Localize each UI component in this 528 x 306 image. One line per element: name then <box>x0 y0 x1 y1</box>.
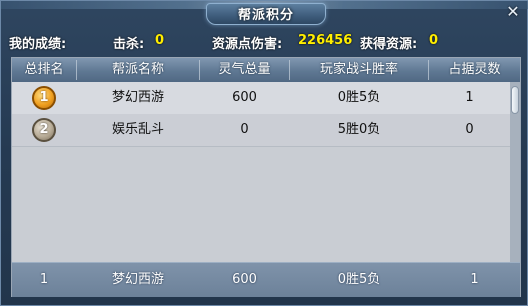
table-body: 1 梦幻西游 600 0胜5负 1 2 娱乐乱斗 0 5胜0负 0 <box>12 82 510 262</box>
table-row[interactable]: 2 娱乐乱斗 0 5胜0负 0 <box>12 114 510 147</box>
my-guild-row: 1 梦幻西游 600 0胜5负 1 <box>12 262 520 297</box>
occupied-cell: 0 <box>465 122 474 137</box>
ranking-table: 总排名 帮派名称 灵气总量 玩家战斗胜率 占据灵数 1 梦幻西游 600 0胜5… <box>11 57 521 297</box>
kills-label: 击杀: <box>113 37 145 52</box>
close-icon: ✕ <box>506 2 520 21</box>
my-stats-bar: 我的成绩: 击杀: 0 资源点伤害: 226456 获得资源: 0 <box>1 31 528 52</box>
table-scrollbar[interactable] <box>510 82 520 262</box>
my-win-rate-cell: 0胜5负 <box>337 272 381 287</box>
resources-label: 获得资源: <box>360 37 418 52</box>
window-title: 帮派积分 <box>237 8 294 23</box>
table-header: 总排名 帮派名称 灵气总量 玩家战斗胜率 占据灵数 <box>12 58 520 82</box>
qi-total-cell: 600 <box>232 90 257 105</box>
silver-rank-badge-icon: 2 <box>32 118 56 142</box>
guild-name-cell: 梦幻西游 <box>111 90 164 105</box>
occupied-cell: 1 <box>465 90 474 105</box>
header-guild-name[interactable]: 帮派名称 <box>77 58 199 82</box>
my-qi-total-cell: 600 <box>232 272 257 287</box>
rank-number: 1 <box>39 90 49 105</box>
win-rate-cell: 0胜5负 <box>337 90 381 105</box>
my-score-label: 我的成绩: <box>9 37 67 52</box>
rank-number: 2 <box>39 122 49 137</box>
guild-name-cell: 娱乐乱斗 <box>111 122 164 137</box>
damage-value: 226456 <box>298 33 353 48</box>
title-tab: 帮派积分 <box>206 3 326 25</box>
my-occupied-cell: 1 <box>470 272 479 287</box>
header-occupied[interactable]: 占据灵数 <box>429 58 520 82</box>
damage-label: 资源点伤害: <box>212 37 283 52</box>
header-win-rate[interactable]: 玩家战斗胜率 <box>290 58 428 82</box>
header-rank[interactable]: 总排名 <box>12 58 76 82</box>
table-row[interactable]: 1 梦幻西游 600 0胜5负 1 <box>12 82 510 115</box>
qi-total-cell: 0 <box>240 122 249 137</box>
header-qi-total[interactable]: 灵气总量 <box>200 58 289 82</box>
my-rank-cell: 1 <box>39 272 49 287</box>
guild-score-window: 帮派积分 ✕ 我的成绩: 击杀: 0 资源点伤害: 226456 获得资源: 0… <box>0 0 528 306</box>
resources-value: 0 <box>429 33 439 48</box>
kills-value: 0 <box>155 33 165 48</box>
win-rate-cell: 5胜0负 <box>337 122 381 137</box>
my-guild-name-cell: 梦幻西游 <box>111 272 164 287</box>
close-button[interactable]: ✕ <box>505 4 521 20</box>
scroll-thumb[interactable] <box>511 86 519 114</box>
gold-rank-badge-icon: 1 <box>32 86 56 110</box>
